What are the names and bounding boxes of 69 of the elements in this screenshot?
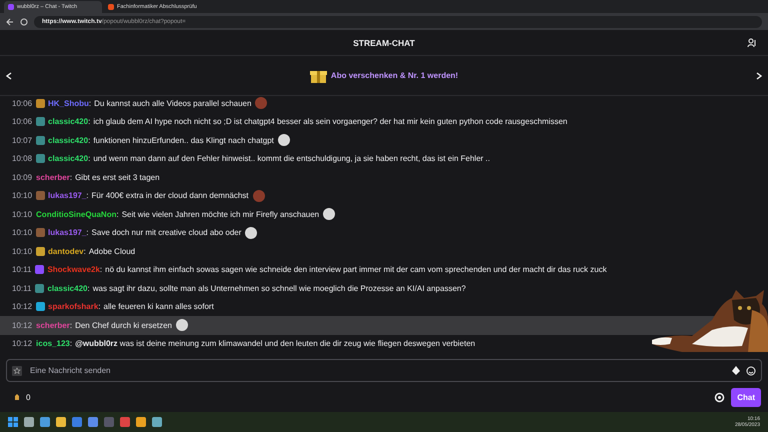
- points-count: 0: [26, 392, 30, 402]
- separator: :: [87, 284, 90, 293]
- message-time: 10:07: [12, 136, 32, 145]
- separator: :: [88, 98, 92, 108]
- separator: :: [88, 117, 90, 126]
- separator: :: [86, 228, 89, 238]
- username[interactable]: classic420: [48, 117, 88, 126]
- message-field[interactable]: Eine Nachricht senden: [6, 359, 762, 382]
- back-icon[interactable]: [6, 18, 14, 26]
- message-text: nö du kannst ihm einfach sowas sagen wie schneide den interview part immer mit der cam vom sprechenden und der macht dir das ruck zuck: [105, 265, 607, 274]
- username[interactable]: ConditioSineQuaNon: [36, 210, 116, 219]
- username[interactable]: lukas197_: [48, 228, 86, 238]
- star-icon[interactable]: [12, 366, 22, 376]
- tab-icon: [108, 4, 114, 10]
- message-time: 10:06: [12, 117, 32, 126]
- message-time: 10:06: [12, 98, 32, 108]
- message-time: 10:10: [12, 191, 32, 200]
- message-time: 10:09: [12, 172, 32, 182]
- username[interactable]: dantodev: [48, 246, 84, 256]
- separator: :: [88, 154, 90, 164]
- username[interactable]: icos_123: [36, 339, 70, 348]
- message-time: 10:11: [12, 265, 32, 274]
- message-time: 10:10: [12, 210, 32, 219]
- separator: :: [70, 339, 72, 348]
- separator: :: [116, 210, 119, 219]
- message-time: 10:12: [12, 320, 32, 330]
- message-text: alle feueren ki kann alles sofort: [104, 302, 214, 312]
- message-text: Den Chef durch ki ersetzen: [75, 320, 172, 330]
- separator: :: [70, 172, 72, 182]
- message-text: Du kannst auch alle Videos parallel schauen: [94, 98, 252, 108]
- separator: :: [70, 320, 72, 330]
- chat-button[interactable]: Chat: [731, 388, 761, 406]
- forward-icon[interactable]: [756, 72, 762, 80]
- message-text: ich glaub dem AI hype noch nicht so ;D ist chatgpt4 besser als sein vorgaenger? der hat mir kein guten python code rausgeschmissen: [93, 117, 568, 126]
- tab-icon: [8, 4, 14, 10]
- username[interactable]: classic420: [48, 154, 88, 164]
- separator: :: [86, 191, 89, 200]
- separator: :: [88, 136, 90, 145]
- separator: :: [84, 246, 86, 256]
- message-text: Gibt es erst seit 3 tagen: [75, 172, 160, 182]
- message-text: was sagt ihr dazu, sollte man als Unternehmen so schnell wie moeglich die Prozesse an KI/AI anpassen?: [92, 284, 466, 293]
- start-icon[interactable]: [8, 417, 18, 427]
- users-icon[interactable]: [747, 38, 758, 48]
- emoji-icon[interactable]: [746, 366, 756, 376]
- username[interactable]: lukas197_: [48, 191, 86, 200]
- message-text: Adobe Cloud: [88, 246, 136, 256]
- username[interactable]: HK_Shobu: [48, 98, 89, 108]
- message-time: 10:10: [12, 228, 32, 238]
- message-time: 10:12: [12, 302, 32, 312]
- username[interactable]: Shockwave2k: [47, 265, 100, 274]
- username[interactable]: sparkofshark: [48, 302, 98, 312]
- message-text: Seit wie vielen Jahren möchte ich mir Firefly anschauen: [122, 210, 320, 219]
- message-text: und wenn man dann auf den Fehler hinweist.. kommt die entschuldigung, ja sie haben recht, das ist ein Fehler ..: [93, 154, 490, 164]
- message-time: 10:08: [12, 154, 32, 164]
- gift-banner-text[interactable]: Abo verschenken & Nr. 1 werden!: [330, 71, 458, 80]
- message-time: 10:11: [12, 284, 32, 293]
- username[interactable]: scherber: [36, 172, 70, 182]
- message-text: @wubbl0rz was ist deine meinung zum klimawandel und den leuten die dir zeug wie fliegen deswegen verbieten: [75, 339, 476, 348]
- message-text: Save doch nur mit creative cloud abo oder: [92, 228, 242, 238]
- chat-title: STREAM-CHAT: [353, 38, 415, 48]
- message-text: funktionen hinzuErfunden.. das Klingt nach chatgpt: [93, 136, 274, 145]
- separator: :: [100, 265, 102, 274]
- separator: :: [98, 302, 101, 312]
- message-input[interactable]: Eine Nachricht senden: [28, 365, 726, 376]
- message-text: Für 400€ extra in der cloud dann demnächst: [92, 191, 249, 200]
- username[interactable]: classic420: [48, 136, 88, 145]
- message-time: 10:12: [12, 339, 32, 348]
- username[interactable]: classic420: [47, 284, 88, 293]
- message-time: 10:10: [12, 246, 32, 256]
